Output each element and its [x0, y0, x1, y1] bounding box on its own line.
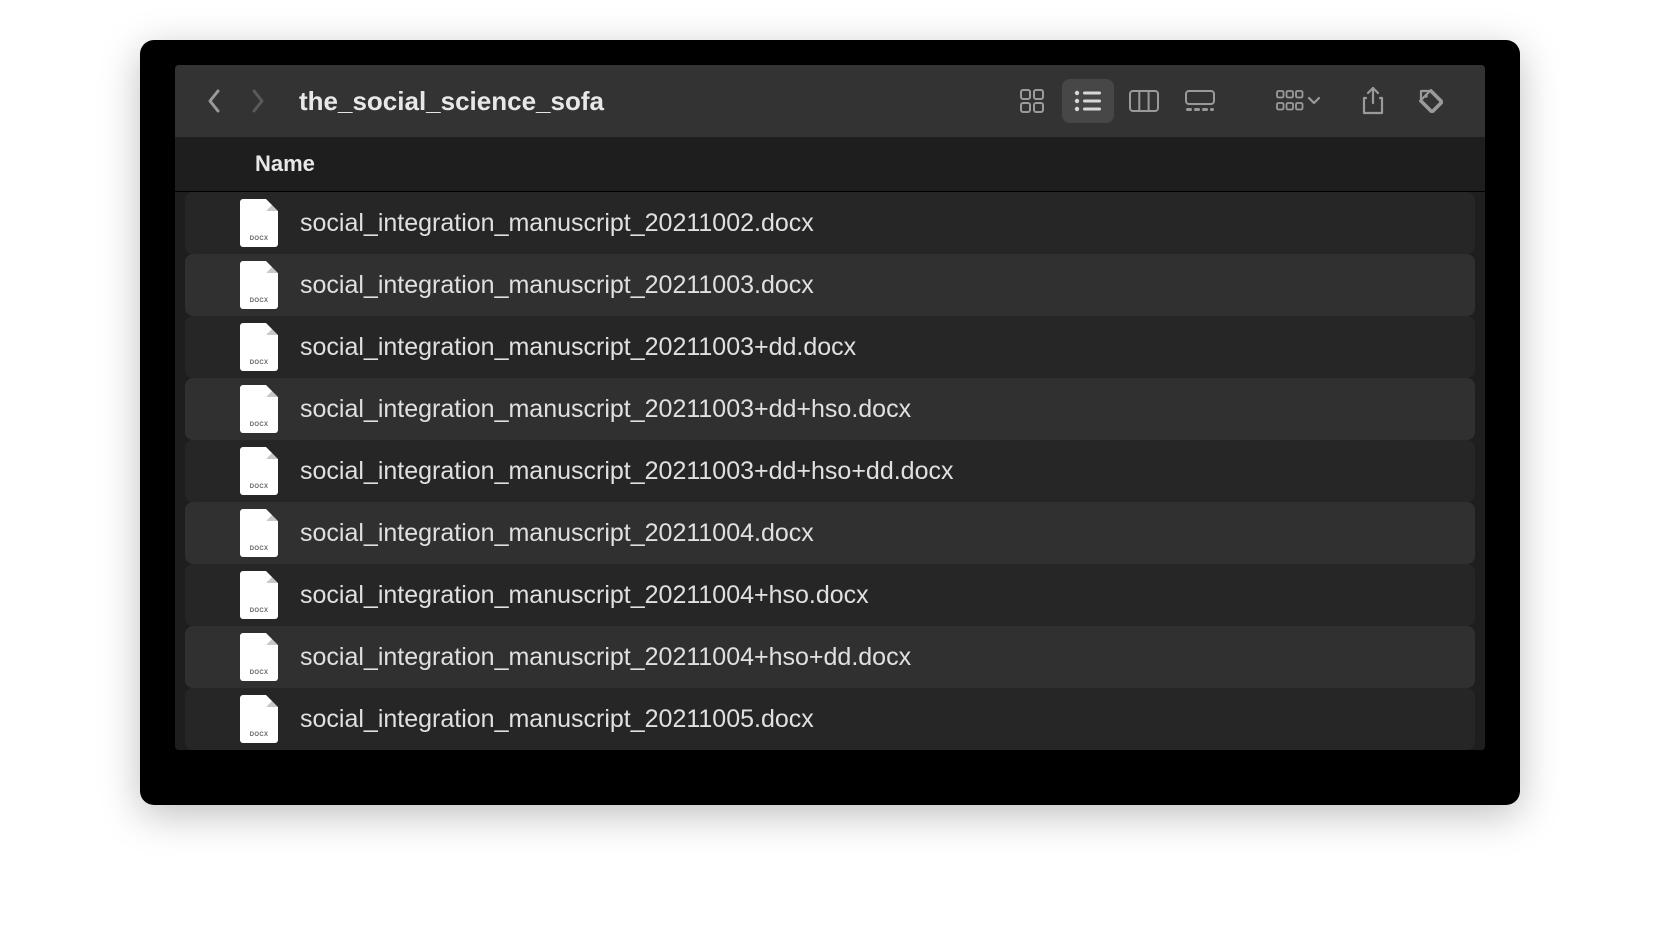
column-header[interactable]: Name: [175, 137, 1485, 192]
file-row[interactable]: DOCX social_integration_manuscript_20211…: [185, 688, 1475, 750]
name-column-label: Name: [255, 151, 315, 176]
nav-arrows: [203, 90, 269, 112]
file-name-label: social_integration_manuscript_20211004.d…: [300, 519, 814, 548]
finder-window: the_social_science_sofa: [175, 65, 1485, 750]
file-name-label: social_integration_manuscript_20211003+d…: [300, 395, 911, 424]
toolbar-actions: [1276, 79, 1457, 123]
view-mode-controls: [1006, 79, 1226, 123]
file-name-label: social_integration_manuscript_20211003+d…: [300, 457, 954, 486]
docx-file-icon: DOCX: [240, 261, 278, 309]
tags-button[interactable]: [1405, 79, 1457, 123]
columns-icon: [1129, 90, 1159, 112]
chevron-right-icon: [250, 88, 266, 114]
chevron-down-icon: [1307, 96, 1321, 106]
docx-file-icon: DOCX: [240, 323, 278, 371]
toolbar: the_social_science_sofa: [175, 65, 1485, 137]
file-row[interactable]: DOCX social_integration_manuscript_20211…: [185, 440, 1475, 502]
group-icon: [1276, 90, 1304, 112]
docx-file-icon: DOCX: [240, 633, 278, 681]
file-name-label: social_integration_manuscript_20211004+h…: [300, 643, 911, 672]
file-row[interactable]: DOCX social_integration_manuscript_20211…: [185, 626, 1475, 688]
list-icon: [1074, 90, 1102, 112]
share-button[interactable]: [1347, 79, 1399, 123]
folder-title: the_social_science_sofa: [299, 86, 1006, 117]
window-frame: the_social_science_sofa: [140, 40, 1520, 805]
docx-file-icon: DOCX: [240, 695, 278, 743]
file-row[interactable]: DOCX social_integration_manuscript_20211…: [185, 502, 1475, 564]
docx-file-icon: DOCX: [240, 199, 278, 247]
file-row[interactable]: DOCX social_integration_manuscript_20211…: [185, 192, 1475, 254]
file-name-label: social_integration_manuscript_20211003.d…: [300, 271, 814, 300]
docx-file-icon: DOCX: [240, 509, 278, 557]
gallery-icon: [1185, 90, 1215, 112]
tag-icon: [1417, 87, 1445, 115]
share-icon: [1361, 86, 1385, 116]
file-name-label: social_integration_manuscript_20211005.d…: [300, 705, 814, 734]
gallery-view-button[interactable]: [1174, 79, 1226, 123]
docx-file-icon: DOCX: [240, 571, 278, 619]
list-view-button[interactable]: [1062, 79, 1114, 123]
file-row[interactable]: DOCX social_integration_manuscript_20211…: [185, 564, 1475, 626]
docx-file-icon: DOCX: [240, 385, 278, 433]
file-name-label: social_integration_manuscript_20211004+h…: [300, 581, 869, 610]
grid-icon: [1019, 88, 1045, 114]
file-name-label: social_integration_manuscript_20211003+d…: [300, 333, 856, 362]
forward-button[interactable]: [247, 90, 269, 112]
docx-file-icon: DOCX: [240, 447, 278, 495]
file-row[interactable]: DOCX social_integration_manuscript_20211…: [185, 378, 1475, 440]
icon-view-button[interactable]: [1006, 79, 1058, 123]
file-row[interactable]: DOCX social_integration_manuscript_20211…: [185, 254, 1475, 316]
file-row[interactable]: DOCX social_integration_manuscript_20211…: [185, 316, 1475, 378]
chevron-left-icon: [206, 88, 222, 114]
column-view-button[interactable]: [1118, 79, 1170, 123]
group-by-button[interactable]: [1276, 90, 1321, 112]
file-list: DOCX social_integration_manuscript_20211…: [175, 192, 1485, 750]
back-button[interactable]: [203, 90, 225, 112]
file-name-label: social_integration_manuscript_20211002.d…: [300, 209, 814, 238]
